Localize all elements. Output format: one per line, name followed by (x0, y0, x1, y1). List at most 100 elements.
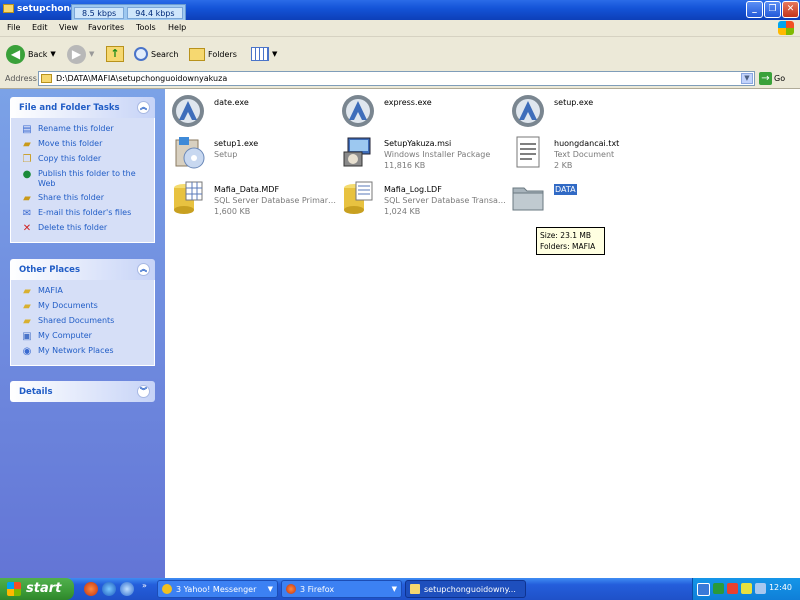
toolbar: ◀ Back ▼ ▶ ▼ ↑ Search Folders ▼ (0, 37, 800, 71)
msi-icon (343, 137, 371, 167)
task-share-folder[interactable]: ▰ Share this folder (11, 191, 154, 206)
file-item-selected[interactable]: DATA (510, 180, 680, 220)
exe-icon (342, 95, 374, 127)
rename-icon: ▤ (22, 124, 32, 135)
setup-icon (175, 137, 205, 169)
chevron-down-icon[interactable]: ▼ (50, 50, 55, 58)
close-button[interactable]: ✕ (782, 1, 799, 18)
publish-web-icon: ● (22, 169, 32, 180)
place-my-computer[interactable]: ▣ My Computer (11, 329, 154, 344)
back-button[interactable]: ◀ Back ▼ (6, 43, 56, 65)
speed-down: 8.5 kbps (74, 7, 125, 19)
menu-favorites[interactable]: Favorites (88, 23, 124, 32)
share-icon: ▰ (23, 193, 31, 204)
views-icon (251, 47, 269, 61)
desktop-quicklaunch-icon[interactable] (120, 582, 134, 596)
folder-icon: ▰ (23, 316, 31, 327)
menu-tools[interactable]: Tools (136, 23, 156, 32)
folder-icon (41, 74, 52, 83)
email-icon: ✉ (22, 208, 32, 219)
task-firefox[interactable]: 3 Firefox ▼ (281, 580, 402, 598)
menu-bar: File Edit View Favorites Tools Help (0, 20, 800, 37)
menu-edit[interactable]: Edit (32, 23, 48, 32)
place-my-documents[interactable]: ▰ My Documents (11, 299, 154, 314)
expand-chevron-icon[interactable]: ︾ (137, 385, 150, 398)
ie-quicklaunch-icon[interactable] (102, 582, 116, 596)
file-item[interactable]: setup1.exe Setup (170, 134, 340, 174)
tray-antivirus-icon[interactable] (727, 583, 738, 594)
panel-header[interactable]: Other Places ︽ (10, 259, 155, 280)
quicklaunch-overflow-icon[interactable]: » (142, 581, 147, 590)
address-label: Address (5, 74, 37, 83)
collapse-chevron-icon[interactable]: ︽ (137, 101, 150, 114)
go-button[interactable]: → Go (759, 72, 785, 85)
address-path[interactable]: D:\DATA\MAFIA\setupchonguoidownyakuza (56, 74, 227, 83)
place-my-network[interactable]: ◉ My Network Places (11, 344, 154, 359)
details-panel: Details ︾ (10, 381, 155, 402)
chevron-down-icon[interactable]: ▼ (89, 50, 94, 58)
collapse-chevron-icon[interactable]: ︽ (137, 263, 150, 276)
search-button[interactable]: Search (134, 43, 178, 65)
file-item[interactable]: express.exe (340, 93, 510, 133)
task-email-files[interactable]: ✉ E-mail this folder's files (11, 206, 154, 221)
tray-speaker-icon[interactable] (741, 583, 752, 594)
task-yahoo-messenger[interactable]: 3 Yahoo! Messenger ▼ (157, 580, 278, 598)
clock[interactable]: 12:40 (769, 583, 792, 592)
folder-icon: ▰ (23, 286, 31, 297)
views-button[interactable]: ▼ (251, 43, 277, 65)
delete-icon: ✕ (22, 223, 32, 234)
file-item[interactable]: huongdancai.txt Text Document 2 KB (510, 134, 680, 174)
computer-icon: ▣ (22, 331, 32, 342)
address-input[interactable]: D:\DATA\MAFIA\setupchonguoidownyakuza ▼ (38, 71, 755, 86)
window-title: setupchong (17, 4, 77, 14)
file-folder-tasks-panel: File and Folder Tasks ︽ ▤ Rename this fol… (10, 97, 155, 243)
menu-file[interactable]: File (7, 23, 20, 32)
file-list: date.exe express.exe setup.exe setup1.ex… (165, 89, 800, 578)
task-delete-folder[interactable]: ✕ Delete this folder (11, 221, 154, 236)
taskbar: start » 3 Yahoo! Messenger ▼ 3 Firefox ▼… (0, 578, 800, 600)
network-icon: ◉ (22, 346, 32, 357)
task-move-folder[interactable]: ▰ Move this folder (11, 137, 154, 152)
up-folder-icon: ↑ (106, 46, 124, 62)
other-places-panel: Other Places ︽ ▰ MAFIA ▰ My Documents ▰ Sha… (10, 259, 155, 366)
folder-icon: ▰ (23, 301, 31, 312)
tray-app-icon[interactable] (755, 583, 766, 594)
place-mafia[interactable]: ▰ MAFIA (11, 284, 154, 299)
task-publish-web[interactable]: ● Publish this folder to the Web (11, 167, 154, 191)
move-icon: ▰ (23, 139, 31, 150)
file-item[interactable]: Mafia_Log.LDF SQL Server Database Transac… (340, 180, 510, 220)
tray-collapse-icon[interactable] (697, 583, 710, 596)
firefox-quicklaunch-icon[interactable] (84, 582, 98, 596)
file-item[interactable]: date.exe (170, 93, 340, 133)
folders-button[interactable]: Folders (189, 43, 237, 65)
windows-flag-icon (7, 582, 21, 596)
task-rename-folder[interactable]: ▤ Rename this folder (11, 122, 154, 137)
minimize-button[interactable]: _ (746, 1, 763, 18)
address-bar: Address D:\DATA\MAFIA\setupchonguoidowny… (0, 70, 800, 89)
place-shared-documents[interactable]: ▰ Shared Documents (11, 314, 154, 329)
file-item[interactable]: Mafia_Data.MDF SQL Server Database Primar… (170, 180, 340, 220)
forward-button[interactable]: ▶ ▼ (67, 43, 94, 65)
start-button[interactable]: start (0, 578, 74, 600)
up-folder-button[interactable]: ↑ (106, 43, 124, 65)
folders-icon (189, 47, 205, 61)
file-item[interactable]: setup.exe (510, 93, 680, 133)
text-file-icon (516, 136, 540, 168)
folder-tooltip: Size: 23.1 MB Folders: MAFIA (536, 227, 605, 255)
file-item[interactable]: SetupYakuza.msi Windows Installer Package… (340, 134, 510, 174)
search-icon (134, 47, 148, 61)
folder-icon (3, 4, 14, 13)
task-copy-folder[interactable]: ❐ Copy this folder (11, 152, 154, 167)
task-explorer-window[interactable]: setupchonguoidowny... (405, 580, 526, 598)
chevron-down-icon[interactable]: ▼ (741, 73, 753, 84)
tray-network-icon[interactable] (713, 583, 724, 594)
menu-view[interactable]: View (59, 23, 78, 32)
chevron-down-icon: ▼ (391, 585, 397, 593)
panel-header[interactable]: Details ︾ (10, 381, 155, 402)
maximize-button[interactable]: ❐ (764, 1, 781, 18)
chevron-down-icon[interactable]: ▼ (272, 50, 277, 58)
menu-help[interactable]: Help (168, 23, 186, 32)
folder-icon (410, 584, 420, 594)
chevron-down-icon: ▼ (267, 585, 273, 593)
panel-header[interactable]: File and Folder Tasks ︽ (10, 97, 155, 118)
